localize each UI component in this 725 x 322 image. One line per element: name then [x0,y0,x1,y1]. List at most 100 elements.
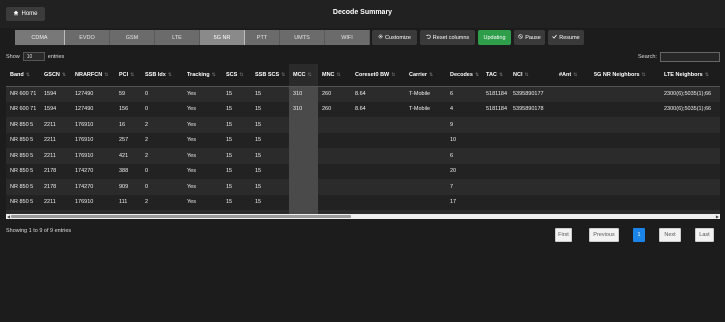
table-row[interactable]: NR 600 71 1594 127490 59 0 Yes 15 15 310 260 8.64 T… [6,86,720,102]
scroll-right-icon[interactable]: ▶ [716,214,719,219]
table-cell: NR 600 71 [6,101,40,117]
column-header[interactable]: TAC ⇅ [482,64,509,87]
table-cell [289,179,318,195]
tab-gsm[interactable]: GSM [110,30,155,45]
tab-evdo[interactable]: EVDO [65,30,110,45]
reset-columns-button[interactable]: Reset columns [420,30,475,45]
reset-columns-label: Reset columns [432,34,470,41]
gear-icon [378,34,383,41]
table-cell: 2 [141,117,183,133]
table-cell: 2211 [40,194,71,210]
table-cell: 2211 [40,117,71,133]
column-header[interactable]: Band ⇅ [6,64,40,87]
tab-wifi[interactable]: WIFI [325,30,370,45]
column-header[interactable]: SCS ⇅ [222,64,251,87]
updating-button[interactable]: Updating [478,30,511,45]
table-cell: 59 [115,86,141,102]
table-cell: 310 [289,101,318,117]
resume-button[interactable]: Resume [548,30,584,45]
previous-page-button[interactable]: Previous [589,228,619,242]
tab-umts[interactable]: UMTS [280,30,325,45]
table-cell: 1594 [40,101,71,117]
table-cell: 0 [141,86,183,102]
table-cell: Yes [183,117,222,133]
column-header[interactable]: Carrier ⇅ [405,64,446,87]
table-cell: 15 [251,132,289,148]
table-cell [318,179,351,195]
column-header[interactable]: PCI ⇅ [115,64,141,87]
tab-lte[interactable]: LTE [155,30,200,45]
table-cell: 127490 [71,101,115,117]
table-cell: 8.64 [351,101,405,117]
column-header-label: Decodes [450,71,473,78]
entries-label: entries [47,53,65,60]
table-row[interactable]: NR 850 5 2211 176910 421 2 Yes 15 15 6 [6,148,720,164]
entries-value: 10 [26,53,33,60]
search-input[interactable] [659,52,720,62]
column-header[interactable]: Coreset0 BW ⇅ [351,64,405,87]
table-cell: 421 [115,148,141,164]
table-cell [482,179,509,195]
column-header[interactable]: MCC ⇅ [289,64,318,87]
table-cell [289,148,318,164]
column-header[interactable]: SSB SCS ⇅ [251,64,289,87]
column-header[interactable]: NCI ⇅ [509,64,555,87]
column-header[interactable]: #Ant ⇅ [555,64,590,87]
sort-icon: ⇅ [429,71,434,78]
table-row[interactable]: NR 850 5 2178 174270 909 0 Yes 15 15 7 [6,179,720,195]
tab-cdma[interactable]: CDMA [15,30,65,45]
column-header[interactable]: NRARFCN ⇅ [71,64,115,87]
table-cell [405,163,446,179]
column-header-label: NRARFCN [75,71,103,78]
table-cell [318,132,351,148]
sort-icon: ⇅ [641,71,646,78]
page-1-button[interactable]: 1 [633,228,645,242]
table-cell: NR 850 5 [6,148,40,164]
entries-select[interactable]: 10 [22,52,45,61]
table-cell: 176910 [71,148,115,164]
table-cell: 2 [141,194,183,210]
sort-icon: ⇅ [61,71,67,78]
technology-tabs: CDMA EVDO GSM LTE 5G NR PTT UMTS WIFI [15,30,370,45]
column-header[interactable]: GSCN ⇅ [40,64,71,87]
table-row[interactable]: NR 850 5 2211 176910 111 2 Yes 15 15 17 [6,194,720,210]
column-header[interactable]: Tracking ⇅ [183,64,222,87]
table-row[interactable]: NR 850 5 2178 174270 388 0 Yes 15 15 20 [6,163,720,179]
table-cell: 127490 [71,86,115,102]
table-row[interactable]: NR 850 5 2211 176910 257 2 Yes 15 15 10 [6,132,720,148]
table-cell: 174270 [71,163,115,179]
page-length-control: Show 10 entries [6,52,64,61]
column-header[interactable]: 5G NR Neighbors ⇅ [590,64,660,87]
column-header[interactable]: Decodes ⇅ [446,64,482,87]
table-cell: 6 [446,86,482,102]
table-cell: 0 [141,163,183,179]
first-page-button[interactable]: First [555,228,572,242]
table-cell: NR 850 5 [6,194,40,210]
customize-button[interactable]: Customize [372,30,417,45]
table-cell: 15 [222,148,251,164]
sort-icon: ⇅ [307,71,312,78]
pause-button[interactable]: Pause [514,30,545,45]
horizontal-scrollbar[interactable]: ◀ ▶ [6,214,720,219]
table-cell: 16 [115,117,141,133]
table-cell [351,132,405,148]
sort-icon: ⇅ [239,71,244,78]
table-row[interactable]: NR 600 71 1594 127490 156 0 Yes 15 15 310 260 8.64… [6,101,720,117]
column-header[interactable]: LTE Neighbors ⇅ [660,64,720,87]
column-header-label: Band [10,71,24,78]
table-cell: 310 [289,86,318,102]
column-header[interactable]: MNC ⇅ [318,64,351,87]
column-header[interactable]: SSB Idx ⇅ [141,64,183,87]
scroll-left-icon[interactable]: ◀ [7,214,10,219]
column-header-label: MNC [322,71,335,78]
table-cell [590,101,660,117]
tab-5g-nr[interactable]: 5G NR [200,30,245,45]
tab-ptt[interactable]: PTT [245,30,280,45]
column-header-label: LTE Neighbors [664,71,703,78]
sort-icon: ⇅ [167,71,172,78]
last-page-button[interactable]: Last [695,228,714,242]
table-row[interactable]: NR 850 5 2211 176910 16 2 Yes 15 15 9 [6,117,720,133]
scrollbar-thumb[interactable] [11,215,351,218]
next-page-button[interactable]: Next [659,228,681,242]
table-cell: 15 [251,179,289,195]
